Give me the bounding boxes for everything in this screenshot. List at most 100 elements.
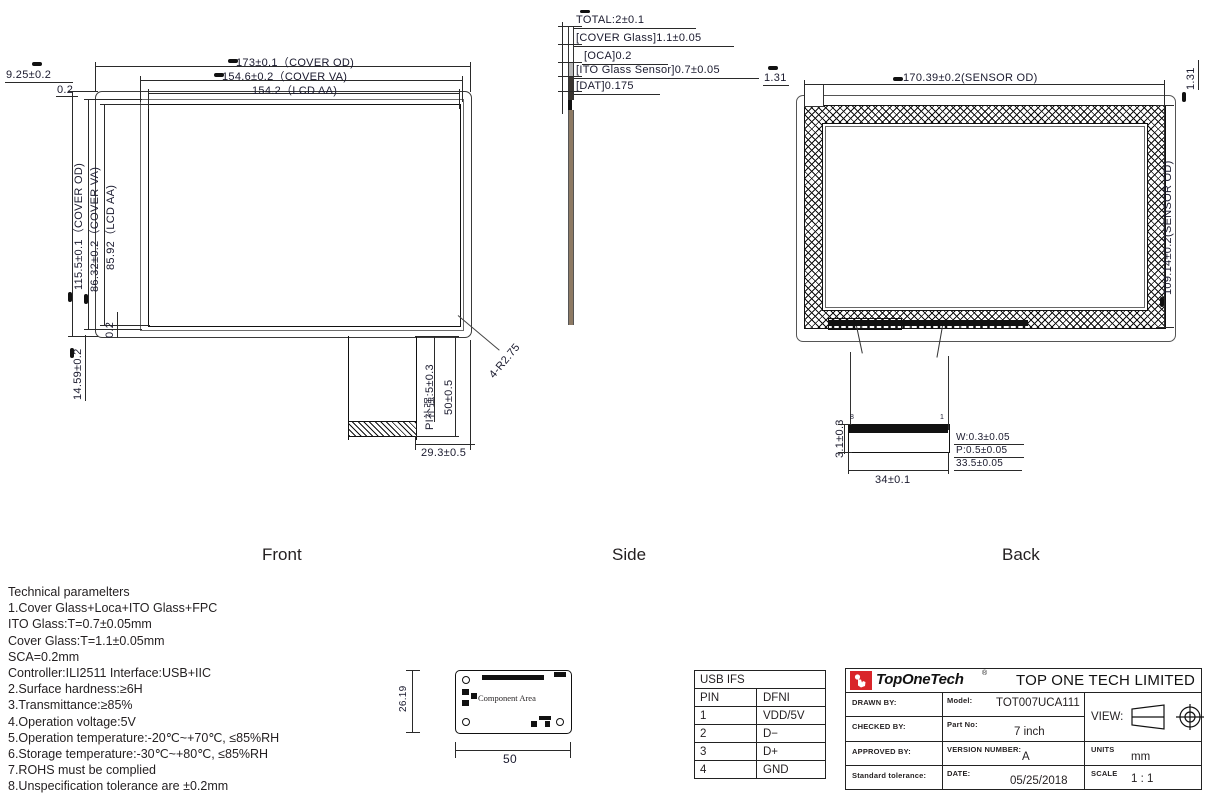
view-label-front: Front <box>262 545 302 564</box>
side-fpc-tail <box>568 110 574 325</box>
pin-number: 4 <box>694 760 757 779</box>
title-block: TopOneTech ® TOP ONE TECH LIMITED DRAWN … <box>845 668 1204 790</box>
tech-line: 3.Transmittance:≥85% <box>8 698 133 713</box>
ext-line <box>415 436 416 450</box>
side-cover-glass-layer <box>568 26 574 64</box>
cover-va-outline <box>140 99 464 331</box>
dim-marker-icon <box>228 59 238 63</box>
connector-pad <box>462 689 469 695</box>
ext-line <box>838 424 852 425</box>
fpc-pin-first-label: 8 <box>850 414 855 421</box>
ext-line <box>462 76 463 102</box>
ext-line <box>470 62 471 92</box>
side-dat-layer <box>568 100 572 110</box>
company-name: TOP ONE TECH LIMITED <box>1016 672 1196 689</box>
company-logo-mark <box>850 671 872 690</box>
usb-pin-table: USB IFS PIN DFNI 1 VDD/5V 2 D− 3 D+ 4 GN… <box>694 670 826 779</box>
ext-line <box>415 336 459 337</box>
dim-underline <box>574 78 759 79</box>
pin-number: 2 <box>694 724 757 743</box>
connector-pad <box>531 721 537 727</box>
mount-hole-icon <box>462 676 470 684</box>
tech-line: Controller:ILI2511 Interface:USB+IIC <box>8 666 211 681</box>
date-value: 05/25/2018 <box>1010 775 1068 787</box>
ext-line <box>84 99 142 100</box>
table-row: 4 GND <box>694 760 826 779</box>
pin-table: USB IFS PIN DFNI 1 VDD/5V 2 D− 3 D+ 4 GN… <box>694 670 826 779</box>
dim-line-pi <box>434 336 435 422</box>
ext-line <box>1156 327 1174 328</box>
dim-cover-od-height: 115.5±0.1（COVER OD) <box>73 162 85 290</box>
pin-number: 1 <box>694 706 757 725</box>
mount-hole-icon <box>556 718 564 726</box>
tech-line: 5.Operation temperature:-20℃~+70℃, ≤85%R… <box>8 730 280 745</box>
dim-trace-total: 33.5±0.05 <box>956 458 1004 469</box>
dim-marker-icon <box>893 77 903 81</box>
connector-pad <box>462 700 469 706</box>
side-view: TOTAL:2±0.1 [COVER Glass]1.1±0.05 [OCA]0… <box>540 0 760 520</box>
side-layer-dat: [DAT]0.175 <box>576 80 634 92</box>
dim-underline <box>574 28 696 29</box>
dim-cover-va-height: 86.32±0.2（COVER VA) <box>89 166 101 292</box>
dim-corner-radius: 4-R2.75 <box>487 341 523 381</box>
pin-col-header-dfni: DFNI <box>756 688 826 707</box>
dim-fpc-position: 29.3±0.5 <box>421 447 467 459</box>
version-number-value: A <box>1022 751 1030 763</box>
tech-line: 7.ROHS must be complied <box>8 763 156 778</box>
ext-line <box>470 340 471 450</box>
ext-line <box>804 80 805 106</box>
dim-fpc-width: 34±0.1 <box>875 474 911 486</box>
dim-edge-right: 1.31 <box>1185 67 1197 90</box>
ext-line <box>68 91 98 92</box>
table-row-title: USB IFS <box>694 670 826 689</box>
fpc-pad-outline <box>828 318 902 330</box>
component-area-label: Component Area <box>478 693 536 703</box>
dim-marker-icon <box>70 348 74 358</box>
tech-line: 8.Unspecification tolerance are ±0.2mm <box>8 779 229 794</box>
side-layer-ito-sensor: [ITO Glass Sensor]0.7±0.05 <box>576 64 720 76</box>
side-ito-sensor-layer <box>568 76 574 100</box>
model-label: Model: <box>947 696 973 705</box>
view-label: VIEW: <box>1091 711 1124 723</box>
dim-line-component-width <box>455 750 570 751</box>
dim-lcd-aa-height: 85.92（LCD AA) <box>105 184 117 270</box>
fpc-stiffener <box>348 421 417 437</box>
ext-line <box>100 104 150 105</box>
pin-col-header-pin: PIN <box>694 688 757 707</box>
tech-line: 4.Operation voltage:5V <box>8 714 136 729</box>
version-number-label: VERSION NUMBER: <box>947 745 1022 754</box>
component-area-view: Component Area 26.19 50 <box>390 660 590 780</box>
ext-line <box>1156 105 1174 106</box>
ext-line <box>95 62 96 92</box>
tech-title: Technical paramelters <box>8 585 130 599</box>
ext-line <box>848 452 849 474</box>
table-row-header: PIN DFNI <box>694 688 826 707</box>
pin-signal: GND <box>756 760 826 779</box>
dim-marker-icon <box>1160 297 1164 307</box>
ext-line <box>455 742 456 758</box>
table-row: 3 D+ <box>694 742 826 761</box>
sensor-active-window-inner <box>825 126 1145 308</box>
dim-underline <box>763 85 789 86</box>
ext-line <box>562 22 563 114</box>
date-label: DATE: <box>947 769 971 778</box>
dim-sensor-od-height: 109.14±0.2(SENSOR OD) <box>1162 160 1174 295</box>
registered-trademark-icon: ® <box>982 670 988 677</box>
model-value: TOT007UCA111 <box>996 697 1080 709</box>
dim-marker-icon <box>84 294 88 304</box>
dim-underline <box>574 46 734 47</box>
leader-line-b2 <box>948 356 949 430</box>
ext-line <box>459 89 460 109</box>
dim-line-fpc-width <box>848 470 948 471</box>
back-view: 170.39±0.2(SENSOR OD) 1.31 1.31 109.14±0… <box>760 0 1207 520</box>
dim-marker-icon <box>768 66 778 70</box>
units-label: UNITS <box>1091 745 1115 754</box>
dim-marker-icon <box>32 62 42 66</box>
dim-underline <box>56 96 78 97</box>
checked-by-label: CHECKED BY: <box>852 722 906 731</box>
dim-underline <box>574 94 660 95</box>
title-block-row-divider <box>846 765 1201 766</box>
ext-line <box>838 452 852 453</box>
title-block-header: TopOneTech ® TOP ONE TECH LIMITED <box>846 669 1201 693</box>
scale-value: 1 : 1 <box>1131 773 1154 785</box>
